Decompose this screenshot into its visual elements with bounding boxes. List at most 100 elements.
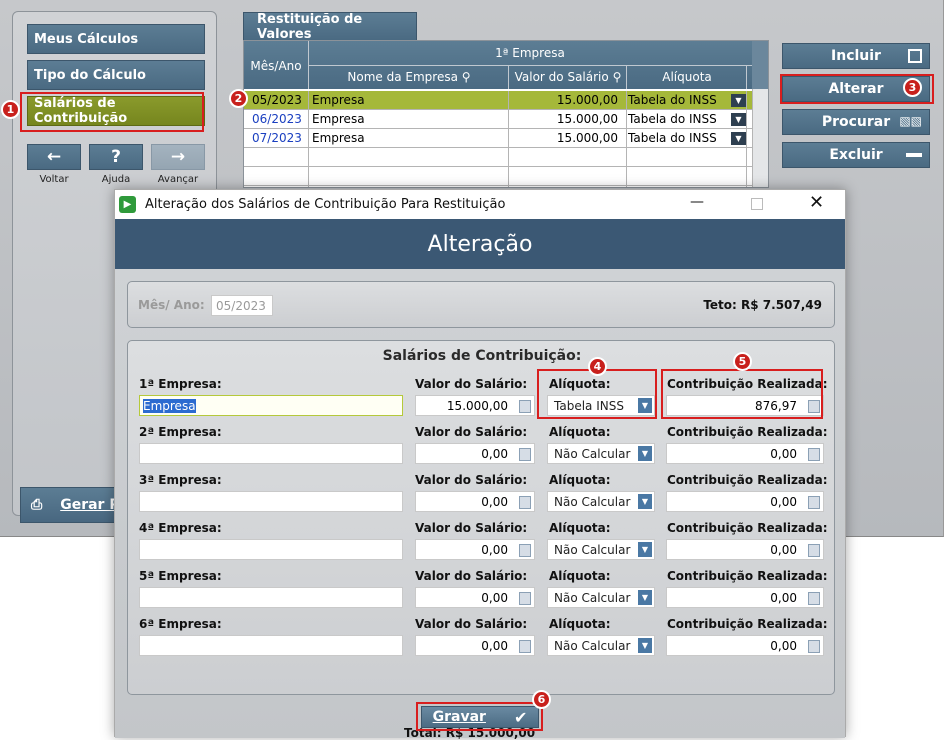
incluir-button[interactable]: Incluir <box>782 43 930 69</box>
contrib-input[interactable]: 0,00 <box>666 491 824 512</box>
sidebar-item-meus-calculos[interactable]: Meus Cálculos <box>27 24 205 54</box>
empresa-label: 3ª Empresa: <box>139 473 222 487</box>
valor-label: Valor do Salário: <box>415 569 528 583</box>
calculator-icon[interactable] <box>519 592 531 605</box>
callout-badge-1: 1 <box>1 100 20 119</box>
chevron-down-icon[interactable]: ▼ <box>731 94 746 107</box>
cell-aliquota: Tabela do INSS <box>628 112 717 126</box>
contrib-label: Contribuição Realizada: <box>667 425 828 439</box>
dialog-window: ▶ Alteração dos Salários de Contribuição… <box>114 189 846 740</box>
help-label: Ajuda <box>101 174 131 185</box>
col-valor-salario[interactable]: Valor do Salário ⚲ <box>510 70 626 84</box>
callout-badge-6: 6 <box>532 690 551 709</box>
valor-label: Valor do Salário: <box>415 521 528 535</box>
chevron-down-icon[interactable]: ▼ <box>731 132 746 145</box>
excluir-button[interactable]: Excluir <box>782 142 930 168</box>
minus-icon <box>906 153 922 157</box>
close-icon[interactable]: ✕ <box>809 192 824 213</box>
cell-aliquota: Tabela do INSS <box>628 131 717 145</box>
aliquota-select[interactable]: Não Calcular ▼ <box>547 635 655 656</box>
table-row[interactable]: 07/2023 Empresa 15.000,00 Tabela do INSS… <box>244 129 752 148</box>
printer-icon: ⎙ <box>31 497 43 513</box>
contrib-input[interactable]: 0,00 <box>666 443 824 464</box>
calculator-icon[interactable] <box>519 496 531 509</box>
valor-input[interactable]: 0,00 <box>415 587 535 608</box>
table-row[interactable]: 06/2023 Empresa 15.000,00 Tabela do INSS… <box>244 110 752 129</box>
valor-input[interactable]: 0,00 <box>415 491 535 512</box>
callout-box-6 <box>416 702 543 731</box>
app-icon: ▶ <box>119 196 136 213</box>
mes-ano-input[interactable]: 05/2023 <box>211 295 273 316</box>
calculator-icon[interactable] <box>808 592 820 605</box>
col-nome-empresa[interactable]: Nome da Empresa ⚲ <box>310 70 508 84</box>
chevron-down-icon[interactable]: ▼ <box>731 113 746 126</box>
empresa-input[interactable] <box>139 635 403 656</box>
question-icon: ? <box>111 147 121 167</box>
next-label: Avançar <box>157 174 199 185</box>
contrib-input[interactable]: 0,00 <box>666 539 824 560</box>
divider <box>746 91 747 187</box>
back-button[interactable]: ← <box>27 144 81 170</box>
contrib-label: Contribuição Realizada: <box>667 521 828 535</box>
calculator-icon[interactable] <box>808 640 820 653</box>
valor-input[interactable]: 0,00 <box>415 443 535 464</box>
table-row[interactable]: 05/2023 Empresa 15.000,00 Tabela do INSS… <box>244 91 752 110</box>
arrow-left-icon: ← <box>46 147 62 167</box>
chevron-down-icon[interactable]: ▼ <box>638 638 652 653</box>
empresa-label: 1ª Empresa: <box>139 377 222 391</box>
calculator-icon[interactable] <box>519 448 531 461</box>
calculator-icon[interactable] <box>519 544 531 557</box>
divider <box>308 91 309 187</box>
empresa-input[interactable]: Empresa <box>139 395 403 416</box>
empresa-input[interactable] <box>139 587 403 608</box>
callout-badge-3: 3 <box>903 78 922 97</box>
col-mes-ano: Mês/Ano <box>250 59 302 73</box>
table-row-empty <box>244 167 752 186</box>
help-button[interactable]: ? <box>89 144 143 170</box>
contrib-label: Contribuição Realizada: <box>667 569 828 583</box>
maximize-icon[interactable] <box>751 198 763 210</box>
cell-valor: 15.000,00 <box>556 131 618 145</box>
calculator-icon[interactable] <box>519 640 531 653</box>
minimize-icon[interactable]: — <box>690 194 704 210</box>
tab-restituicao[interactable]: Restituição de Valores <box>243 12 417 42</box>
contrib-input[interactable]: 0,00 <box>666 635 824 656</box>
cell-empresa: Empresa <box>312 93 365 107</box>
valor-input[interactable]: 0,00 <box>415 635 535 656</box>
chevron-down-icon[interactable]: ▼ <box>638 446 652 461</box>
valor-input[interactable]: 15.000,00 <box>415 395 535 416</box>
valor-label: Valor do Salário: <box>415 425 528 439</box>
chevron-down-icon[interactable]: ▼ <box>638 494 652 509</box>
calculator-icon[interactable] <box>808 448 820 461</box>
calculator-icon[interactable] <box>808 496 820 509</box>
cell-valor: 15.000,00 <box>556 93 618 107</box>
chevron-down-icon[interactable]: ▼ <box>638 590 652 605</box>
cell-empresa: Empresa <box>312 112 365 126</box>
empresa-input[interactable] <box>139 443 403 464</box>
col-aliquota[interactable]: Alíquota <box>628 70 746 84</box>
contrib-label: Contribuição Realizada: <box>667 473 828 487</box>
aliquota-label: Alíquota: <box>549 473 611 487</box>
procurar-button[interactable]: Procurar ▧▧ <box>782 109 930 135</box>
grid-scrollbar[interactable] <box>752 89 768 187</box>
sidebar-item-tipo-calculo[interactable]: Tipo do Cálculo <box>27 60 205 90</box>
aliquota-select[interactable]: Não Calcular ▼ <box>547 491 655 512</box>
data-grid: Mês/Ano 1ª Empresa Nome da Empresa ⚲ Val… <box>243 40 769 188</box>
next-button[interactable]: → <box>151 144 205 170</box>
chevron-down-icon[interactable]: ▼ <box>638 542 652 557</box>
dialog-title: Alteração dos Salários de Contribuição P… <box>145 197 506 212</box>
aliquota-select[interactable]: Não Calcular ▼ <box>547 587 655 608</box>
empresa-input[interactable] <box>139 491 403 512</box>
aliquota-select[interactable]: Não Calcular ▼ <box>547 539 655 560</box>
back-label: Voltar <box>39 174 69 185</box>
calculator-icon[interactable] <box>808 544 820 557</box>
callout-box-5 <box>661 369 823 419</box>
arrow-right-icon: → <box>170 147 186 167</box>
aliquota-select[interactable]: Não Calcular ▼ <box>547 443 655 464</box>
divider <box>626 91 627 187</box>
empresa-input[interactable] <box>139 539 403 560</box>
valor-input[interactable]: 0,00 <box>415 539 535 560</box>
contrib-input[interactable]: 0,00 <box>666 587 824 608</box>
calculator-icon[interactable] <box>519 400 531 413</box>
valor-label: Valor do Salário: <box>415 617 528 631</box>
